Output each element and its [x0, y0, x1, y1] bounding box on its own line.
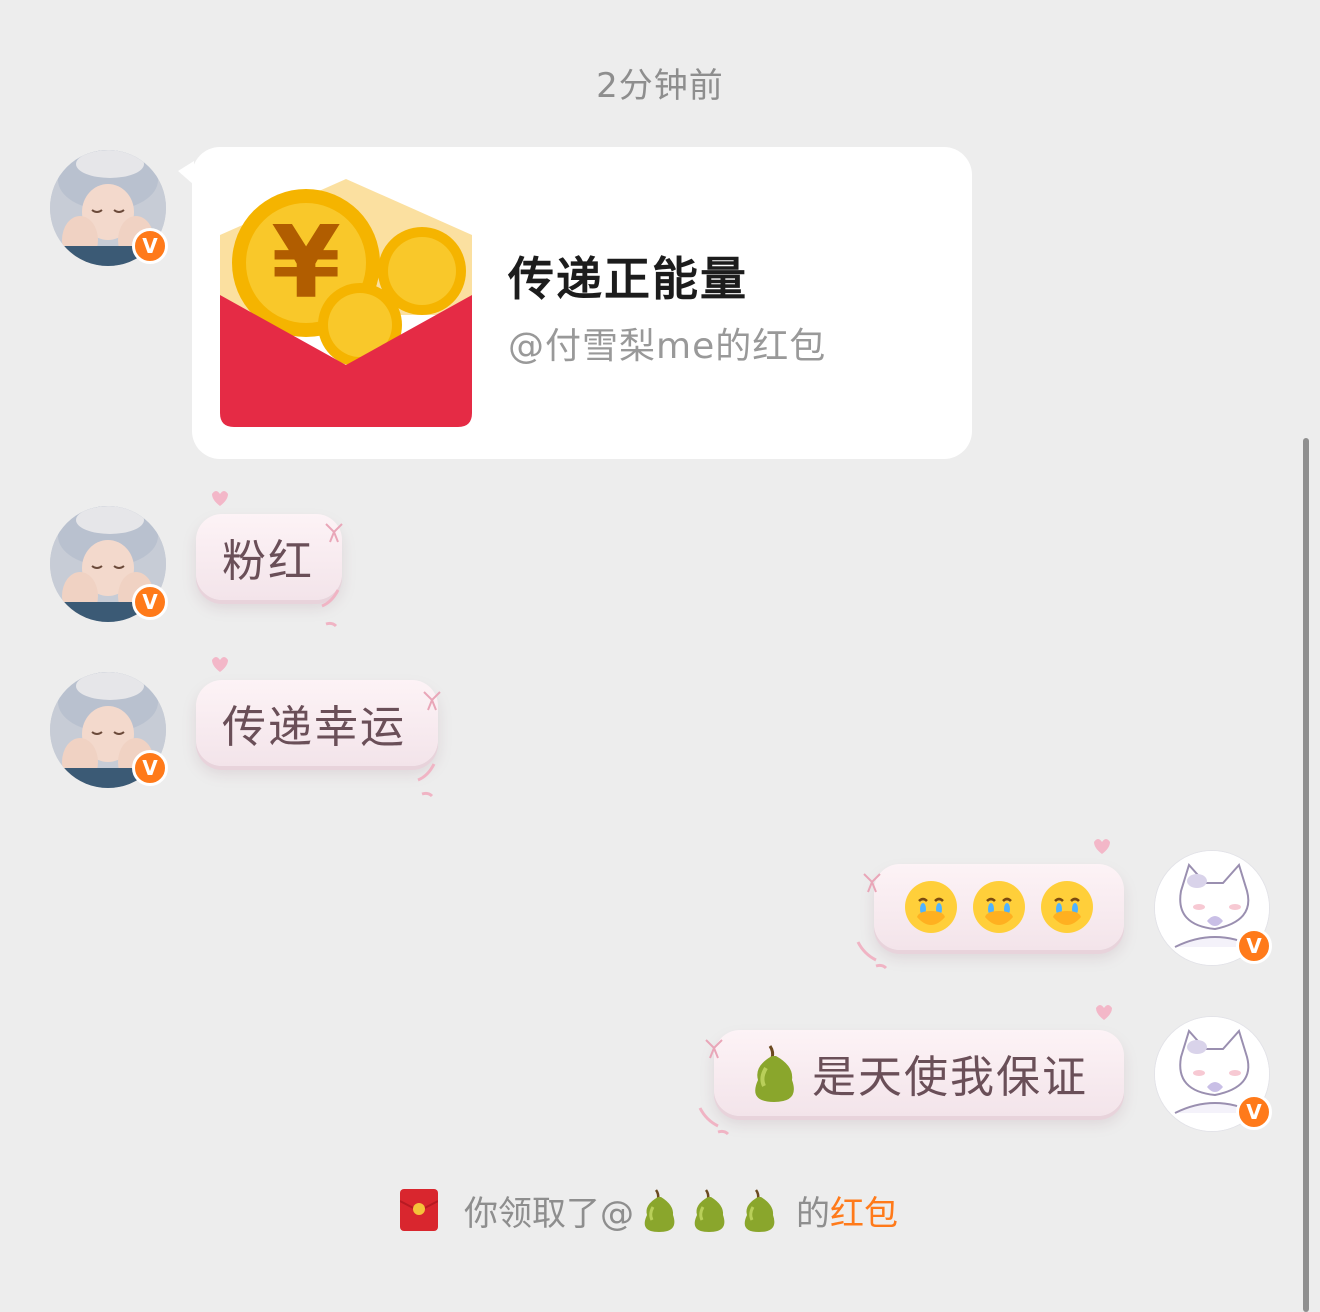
red-packet-card[interactable]: ¥ 传递正能量 @付雪梨me的红包 [178, 147, 972, 459]
pear-emoji [644, 1189, 675, 1232]
avatar-self-user[interactable]: V [1154, 850, 1272, 966]
notice-suffix: 的 [796, 1193, 830, 1234]
scrollbar[interactable] [1303, 438, 1309, 1312]
notice-prefix: 你领取了@ [464, 1193, 634, 1234]
red-packet-received-notice: 你领取了@ 的 红包 [400, 1186, 898, 1234]
verified-badge-icon: V [1236, 1094, 1272, 1130]
bubble-heart-decoration-icon [212, 491, 343, 628]
pear-emoji [694, 1189, 725, 1232]
avatar-other-user[interactable]: V [50, 672, 168, 788]
avatar-other-user[interactable]: V [50, 506, 168, 622]
verified-badge-icon: V [132, 584, 168, 620]
message-timestamp: 2分钟前 [596, 66, 724, 106]
bubble-heart-decoration-icon [856, 839, 1110, 970]
avatar-self-user[interactable]: V [1154, 1016, 1272, 1132]
red-packet-small-icon [400, 1189, 438, 1231]
red-packet-title: 传递正能量 [508, 252, 748, 306]
verified-badge-icon: V [132, 228, 168, 264]
verified-badge-icon: V [1236, 928, 1272, 964]
bubble-heart-decoration-icon [212, 657, 441, 798]
red-packet-coins-icon: ¥ [220, 175, 476, 431]
red-packet-subtitle: @付雪梨me的红包 [508, 326, 827, 367]
bubble-heart-decoration-icon [698, 1005, 1112, 1136]
avatar-other-user[interactable]: V [50, 150, 168, 266]
pear-emoji [744, 1189, 775, 1232]
red-packet-link[interactable]: 红包 [830, 1186, 898, 1235]
bubble-tail [178, 161, 194, 185]
verified-badge-icon: V [132, 750, 168, 786]
